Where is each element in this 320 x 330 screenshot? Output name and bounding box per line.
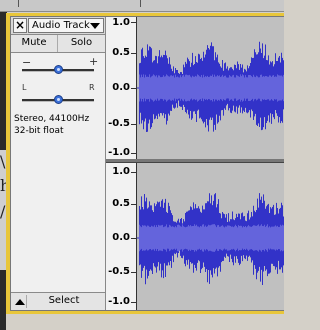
ruler-label-top: 1.0 (112, 17, 130, 28)
project-background (6, 314, 284, 330)
gain-slider-thumb[interactable] (54, 65, 63, 74)
select-track-button[interactable]: Select (29, 294, 99, 309)
gain-slider[interactable] (22, 64, 94, 76)
mute-solo-row: Mute Solo (11, 35, 105, 53)
waveform-graphic (137, 193, 284, 285)
collapse-track-button[interactable] (13, 295, 27, 308)
ruler-label-top: 1.0 (112, 166, 130, 177)
ruler-label-zero: 0.0 (112, 232, 130, 243)
track-format-info: Stereo, 44100Hz (14, 114, 90, 124)
ruler-label-lower: -0.5 (108, 266, 130, 277)
ruler-label-zero: 0.0 (112, 82, 130, 93)
ruler-label-upper: 0.5 (112, 198, 130, 209)
ruler-label-upper: 0.5 (112, 47, 130, 58)
track-bottom-bar: Select (11, 292, 105, 310)
track-control-panel[interactable]: × Audio Track Mute Solo − + L R Stereo, … (11, 17, 105, 310)
ruler-label-bottom: -1.0 (108, 296, 130, 307)
vertical-ruler-channel-2[interactable]: 1.0 0.5 0.0 -0.5 -1.0 (106, 163, 137, 310)
track-header: × Audio Track (11, 17, 105, 35)
mute-button[interactable]: Mute (11, 35, 58, 52)
waveform-channel-2[interactable] (137, 163, 284, 310)
ruler-label-bottom: -1.0 (108, 147, 130, 158)
dropdown-arrow-icon (90, 23, 100, 29)
track-name-menu-button[interactable]: Audio Track (28, 18, 104, 33)
background-text: / (0, 202, 6, 221)
solo-button[interactable]: Solo (58, 35, 105, 52)
track-name: Audio Track (32, 20, 90, 31)
pan-right-label: R (89, 83, 95, 92)
close-track-button[interactable]: × (13, 18, 27, 33)
ruler-tick (18, 0, 19, 7)
waveform-channel-1[interactable] (137, 17, 284, 159)
pan-left-label: L (22, 83, 27, 92)
pan-slider-thumb[interactable] (54, 95, 63, 104)
ruler-tick (140, 0, 141, 7)
background-text: \ (0, 152, 6, 171)
timeline-ruler-strip[interactable] (0, 0, 284, 12)
close-icon: × (14, 18, 26, 32)
vertical-ruler-channel-1[interactable]: 1.0 0.5 0.0 -0.5 -1.0 (106, 17, 137, 160)
pan-slider[interactable] (22, 94, 94, 106)
track-sample-format: 32-bit float (14, 126, 64, 136)
ruler-label-lower: -0.5 (108, 118, 130, 129)
waveform-graphic (137, 41, 284, 132)
